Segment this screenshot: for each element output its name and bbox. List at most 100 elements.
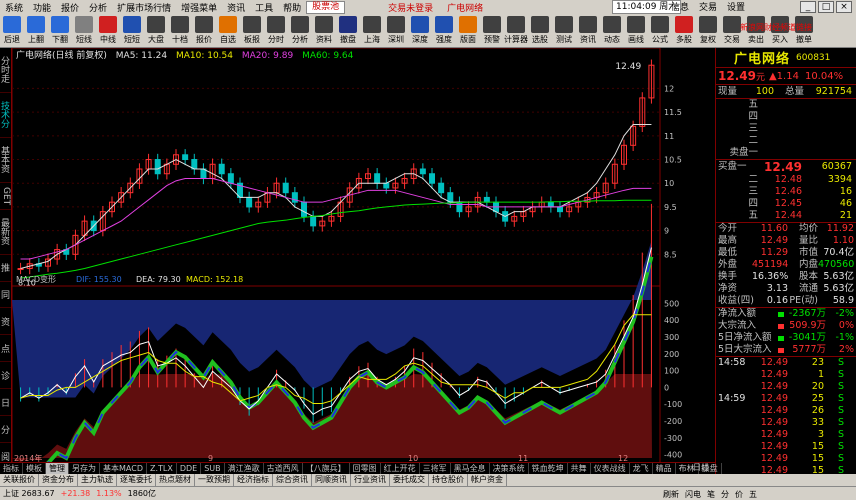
- status-right-4[interactable]: 价: [732, 489, 746, 500]
- toolbar-button-8[interactable]: 报价: [192, 14, 216, 48]
- secondary-tab-9[interactable]: 行业资讯: [351, 474, 390, 486]
- indicator-tab-19[interactable]: 龙飞: [630, 463, 653, 474]
- toolbar-button-7[interactable]: 十档: [168, 14, 192, 48]
- indicator-tab-12[interactable]: 红上开花: [381, 463, 420, 474]
- close-icon[interactable]: ×: [836, 1, 852, 13]
- indicator-tab-16[interactable]: 铁血乾坤: [529, 463, 568, 474]
- left-tab-2[interactable]: 基本资料: [0, 138, 11, 183]
- indicator-tab-9[interactable]: 古道西风: [264, 463, 303, 474]
- dayline-label[interactable]: 日线: [687, 462, 715, 474]
- indicator-tab-11[interactable]: 回零图: [350, 463, 381, 474]
- toolbar-button-16[interactable]: 深圳: [384, 14, 408, 48]
- left-tab-8[interactable]: 点评: [0, 335, 11, 363]
- menu-help[interactable]: 帮助: [278, 1, 306, 14]
- secondary-tab-11[interactable]: 持仓股价: [429, 474, 468, 486]
- toolbar-button-17[interactable]: 深度: [408, 14, 432, 48]
- toolbar-button-4[interactable]: 中线: [96, 14, 120, 48]
- secondary-tab-6[interactable]: 经济指标: [234, 474, 273, 486]
- indicator-tab-13[interactable]: 三将军: [420, 463, 451, 474]
- indicator-tab-20[interactable]: 精品: [653, 463, 676, 474]
- secondary-tab-8[interactable]: 同顺资讯: [312, 474, 351, 486]
- menu-function[interactable]: 功能: [28, 1, 56, 14]
- menu-enhanced[interactable]: 增强菜单: [176, 1, 222, 14]
- left-tab-7[interactable]: 资金: [0, 308, 11, 336]
- menu-settings[interactable]: 设置: [722, 0, 750, 13]
- secondary-tab-3[interactable]: 逐笔委托: [117, 474, 156, 486]
- indicator-tab-17[interactable]: 共舞: [568, 463, 591, 474]
- left-tab-9[interactable]: 诊断: [0, 362, 11, 390]
- toolbar-button-12[interactable]: 分析: [288, 14, 312, 48]
- indicator-tab-0[interactable]: 指标: [0, 463, 23, 474]
- menu-info[interactable]: 信息: [666, 0, 694, 13]
- status-right-1[interactable]: 闪电: [682, 489, 704, 500]
- toolbar-button-9[interactable]: 自选: [216, 14, 240, 48]
- status-right-3[interactable]: 分: [718, 489, 732, 500]
- secondary-tab-1[interactable]: 资金分布: [39, 474, 78, 486]
- menu-ext-market[interactable]: 扩展市场行情: [112, 1, 176, 14]
- stock-pool-button[interactable]: 股票池: [306, 0, 346, 14]
- indicator-tab-4[interactable]: 基本MACD: [100, 463, 147, 474]
- status-right-5[interactable]: 五: [746, 489, 760, 500]
- left-tab-10[interactable]: 日子: [0, 389, 11, 417]
- indicator-tab-7[interactable]: SUB: [201, 463, 225, 474]
- menu-tools[interactable]: 工具: [250, 1, 278, 14]
- secondary-tab-5[interactable]: 一致预期: [195, 474, 234, 486]
- status-right-2[interactable]: 笔: [704, 489, 718, 500]
- toolbar-button-6[interactable]: 大盘: [144, 14, 168, 48]
- toolbar-button-27[interactable]: 公式: [648, 14, 672, 48]
- left-tab-3[interactable]: GET: [0, 183, 11, 210]
- left-tab-6[interactable]: 同花: [0, 282, 11, 309]
- minimize-icon[interactable]: _: [800, 1, 816, 13]
- left-tab-11[interactable]: 分析: [0, 416, 11, 444]
- toolbar-button-26[interactable]: 画线: [624, 14, 648, 48]
- indicator-tab-14[interactable]: 黑马全息: [451, 463, 490, 474]
- toolbar-button-14[interactable]: 撤盘: [336, 14, 360, 48]
- indicator-tab-2[interactable]: 管理: [46, 463, 69, 474]
- toolbar-button-13[interactable]: 资料: [312, 14, 336, 48]
- menu-trade[interactable]: 交易: [694, 0, 722, 13]
- toolbar-button-29[interactable]: 复权: [696, 14, 720, 48]
- toolbar-button-21[interactable]: 计算器: [504, 14, 528, 48]
- secondary-tab-2[interactable]: 主力轨迹: [78, 474, 117, 486]
- indicator-tab-5[interactable]: Z.TLX: [147, 463, 177, 474]
- indicator-tab-3[interactable]: 另存为: [69, 463, 100, 474]
- menu-news[interactable]: 资讯: [222, 1, 250, 14]
- toolbar-button-28[interactable]: 多股: [672, 14, 696, 48]
- toolbar-button-22[interactable]: 选股: [528, 14, 552, 48]
- toolbar-button-15[interactable]: 上海: [360, 14, 384, 48]
- left-tab-4[interactable]: 最新资讯: [0, 210, 11, 255]
- toolbar-button-23[interactable]: 测试: [552, 14, 576, 48]
- indicator-tab-1[interactable]: 模板: [23, 463, 46, 474]
- menu-quote[interactable]: 报价: [56, 1, 84, 14]
- secondary-tab-12[interactable]: 帐户资金: [468, 474, 507, 486]
- toolbar-button-10[interactable]: 板报: [240, 14, 264, 48]
- toolbar-button-20[interactable]: 预警: [480, 14, 504, 48]
- left-tab-0[interactable]: 分时走势: [0, 48, 11, 93]
- secondary-tab-10[interactable]: 委托成交: [390, 474, 429, 486]
- menu-system[interactable]: 系统: [0, 1, 28, 14]
- toolbar-button-3[interactable]: 短线: [72, 14, 96, 48]
- secondary-tab-0[interactable]: 关联报价: [0, 474, 39, 486]
- status-right-0[interactable]: 刷新: [660, 489, 682, 500]
- secondary-tab-7[interactable]: 综合资讯: [273, 474, 312, 486]
- toolbar-button-18[interactable]: 强度: [432, 14, 456, 48]
- maximize-icon[interactable]: □: [818, 1, 834, 13]
- left-tab-5[interactable]: 推荐: [0, 255, 11, 282]
- indicator-tab-15[interactable]: 决策系统: [490, 463, 529, 474]
- toolbar-button-19[interactable]: 版面: [456, 14, 480, 48]
- menu-analysis[interactable]: 分析: [84, 1, 112, 14]
- toolbar-button-5[interactable]: 短短: [120, 14, 144, 48]
- indicator-tab-10[interactable]: 【八旗兵】: [303, 463, 350, 474]
- toolbar-button-25[interactable]: 动态: [600, 14, 624, 48]
- chart-svg[interactable]: 12 11.5 11 10.5 10 9.5 9 8.5 500 400 300 200 100 0 -10…: [11, 47, 715, 475]
- toolbar-button-1[interactable]: 上翻: [24, 14, 48, 48]
- left-tab-1[interactable]: 技术分析: [0, 93, 11, 138]
- indicator-tab-6[interactable]: DDE: [177, 463, 202, 474]
- toolbar-button-2[interactable]: 下翻: [48, 14, 72, 48]
- toolbar-button-11[interactable]: 分时: [264, 14, 288, 48]
- indicator-tab-18[interactable]: 仪表战线: [591, 463, 630, 474]
- secondary-tab-4[interactable]: 热点题材: [156, 474, 195, 486]
- indicator-tab-8[interactable]: 满江渔歌: [225, 463, 264, 474]
- toolbar-button-24[interactable]: 资讯: [576, 14, 600, 48]
- toolbar-button-0[interactable]: 后退: [0, 14, 24, 48]
